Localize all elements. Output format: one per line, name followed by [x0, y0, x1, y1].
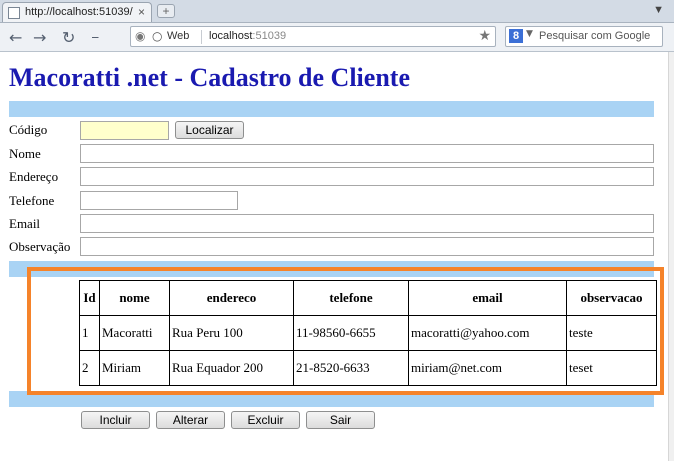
- clientes-grid: Id nome endereco telefone email observac…: [79, 280, 657, 386]
- grid-cell-id: 1: [79, 315, 100, 351]
- localizar-button[interactable]: Localizar: [175, 121, 244, 139]
- codigo-input[interactable]: [80, 121, 169, 140]
- grid-cell-endereco: Rua Equador 200: [169, 350, 294, 386]
- reload-icon[interactable]: ↻: [62, 28, 75, 47]
- header-band: [9, 101, 654, 117]
- browser-tab[interactable]: http://localhost:51039/ ×: [2, 2, 152, 22]
- forward-arrow-icon[interactable]: →: [33, 28, 46, 47]
- email-label: Email: [9, 216, 41, 231]
- url-port: :51039: [252, 30, 287, 42]
- google-icon[interactable]: 8: [509, 29, 523, 43]
- endereco-input[interactable]: [80, 167, 654, 186]
- tab-bar: http://localhost:51039/ × + ▼: [0, 0, 674, 23]
- codigo-label: Código: [9, 122, 48, 137]
- key-icon[interactable]: ⎯: [92, 30, 99, 45]
- close-icon[interactable]: ×: [138, 5, 145, 19]
- grid-header-nome: nome: [99, 280, 170, 316]
- chevron-down-icon[interactable]: ▼: [526, 29, 533, 39]
- nome-input[interactable]: [80, 144, 654, 163]
- nome-label: Nome: [9, 146, 41, 161]
- grid-cell-nome: Miriam: [99, 350, 170, 386]
- grid-cell-email: miriam@net.com: [408, 350, 567, 386]
- grid-cell-observacao: teste: [566, 315, 657, 351]
- globe-icon: ○: [152, 29, 163, 43]
- grid-header-row: Id nome endereco telefone email observac…: [79, 280, 657, 316]
- location-pin-icon: ◉: [135, 29, 146, 43]
- telefone-label: Telefone: [9, 193, 55, 208]
- grid-cell-email: macoratti@yahoo.com: [408, 315, 567, 351]
- table-row[interactable]: 1 Macoratti Rua Peru 100 11-98560-6655 m…: [79, 315, 657, 351]
- page-icon: [8, 7, 20, 19]
- table-row[interactable]: 2 Miriam Rua Equador 200 21-8520-6633 mi…: [79, 350, 657, 386]
- vertical-scrollbar[interactable]: [668, 52, 674, 461]
- grid-cell-observacao: teset: [566, 350, 657, 386]
- tab-title: http://localhost:51039/: [25, 6, 133, 18]
- grid-cell-telefone: 11-98560-6655: [293, 315, 409, 351]
- excluir-button[interactable]: Excluir: [231, 411, 300, 429]
- url-host: localhost: [209, 30, 253, 42]
- sair-button[interactable]: Sair: [306, 411, 375, 429]
- grid-header-endereco: endereco: [169, 280, 294, 316]
- endereco-label: Endereço: [9, 169, 59, 184]
- incluir-button[interactable]: Incluir: [81, 411, 150, 429]
- star-icon[interactable]: ★: [478, 28, 491, 44]
- page-title: Macoratti .net - Cadastro de Cliente: [9, 63, 410, 92]
- grid-cell-id: 2: [79, 350, 100, 386]
- observacao-input[interactable]: [80, 237, 654, 256]
- search-box[interactable]: 8 ▼ Pesquisar com Google: [505, 26, 663, 47]
- new-tab-button[interactable]: +: [157, 4, 175, 18]
- omnibox-web-label: Web: [167, 30, 190, 42]
- omnibox-divider: [201, 30, 202, 44]
- telefone-input[interactable]: [80, 191, 238, 210]
- grid-cell-endereco: Rua Peru 100: [169, 315, 294, 351]
- url-text[interactable]: localhost:51039: [209, 30, 286, 42]
- grid-header-telefone: telefone: [293, 280, 409, 316]
- chevron-down-icon[interactable]: ▼: [653, 4, 664, 16]
- grid-header-email: email: [408, 280, 567, 316]
- address-bar[interactable]: ◉ ○ Web localhost:51039 ★: [130, 26, 496, 47]
- browser-toolbar: ← → ↻ ⎯ ◉ ○ Web localhost:51039 ★ 8 ▼ Pe…: [0, 23, 674, 52]
- alterar-button[interactable]: Alterar: [156, 411, 225, 429]
- search-placeholder: Pesquisar com Google: [539, 30, 651, 42]
- grid-header-observacao: observacao: [566, 280, 657, 316]
- grid-header-id: Id: [79, 280, 100, 316]
- back-arrow-icon[interactable]: ←: [9, 28, 22, 47]
- grid-cell-nome: Macoratti: [99, 315, 170, 351]
- email-input[interactable]: [80, 214, 654, 233]
- grid-cell-telefone: 21-8520-6633: [293, 350, 409, 386]
- observacao-label: Observação: [9, 239, 71, 254]
